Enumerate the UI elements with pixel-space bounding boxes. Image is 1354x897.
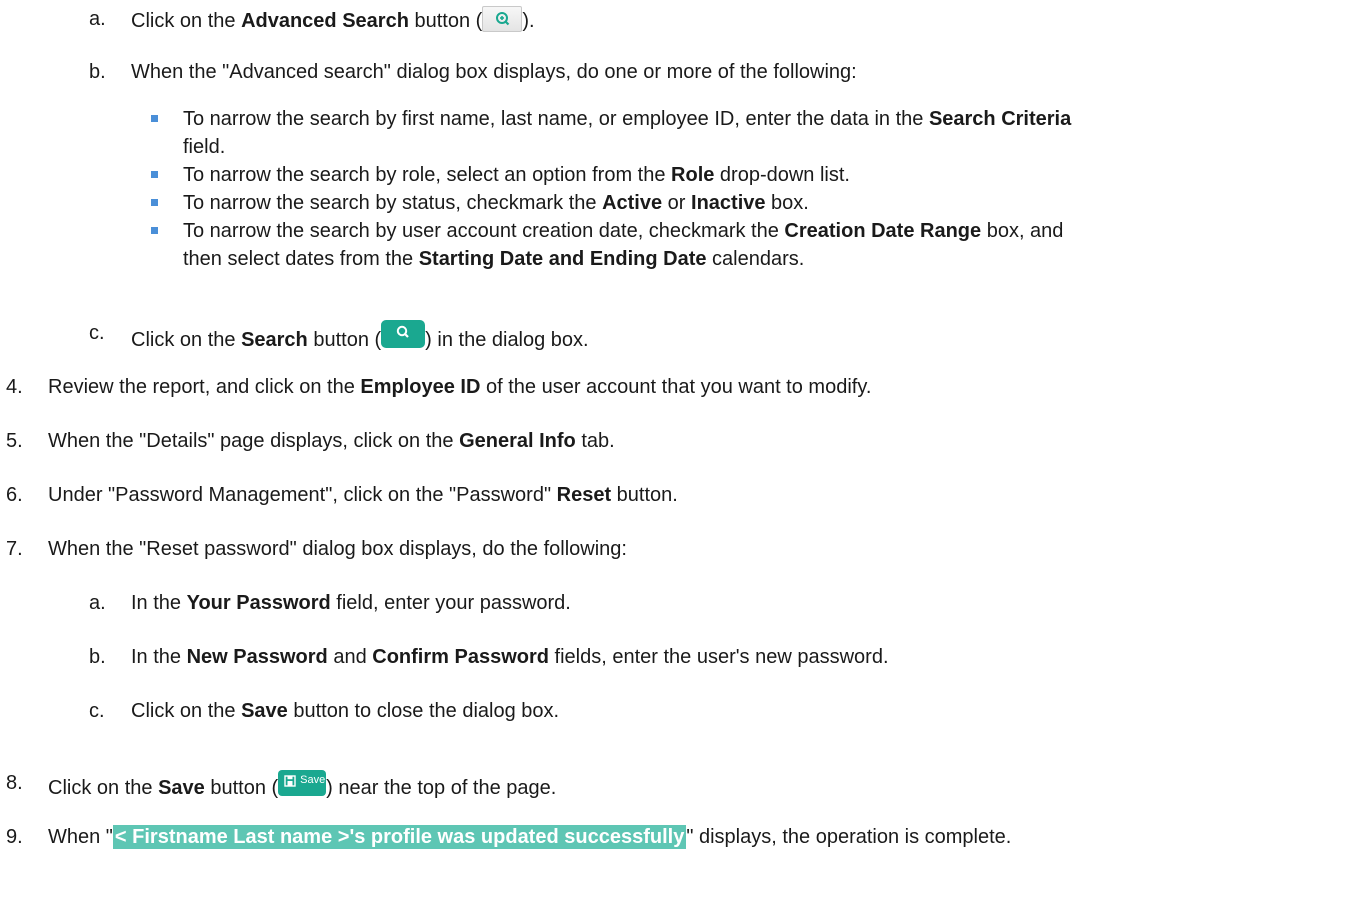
step-6-text: Under "Password Management", click on th…	[48, 484, 678, 506]
step-7c-marker: c.	[89, 700, 105, 722]
step-6-marker: 6.	[6, 484, 23, 506]
step-7b-marker: b.	[89, 646, 106, 668]
step-b-text: When the "Advanced search" dialog box di…	[131, 61, 857, 83]
step-9-marker: 9.	[6, 826, 23, 848]
step-b-marker: b.	[89, 61, 106, 83]
step-c-text: Click on the Search button () in the dia…	[131, 320, 589, 353]
search-icon	[396, 325, 409, 338]
step-8-text: Click on the Save button (Save) near the…	[48, 770, 556, 801]
step-7a-text: In the Your Password field, enter your p…	[131, 592, 571, 614]
save-button-label: Save	[300, 774, 326, 786]
step-7-marker: 7.	[6, 538, 23, 560]
advanced-search-button[interactable]	[482, 6, 523, 32]
success-message-highlight: < Firstname Last name >'s profile was up…	[112, 825, 687, 849]
bullet-marker	[151, 227, 158, 234]
advanced-search-label: Advanced Search	[241, 10, 409, 32]
search-label: Search	[241, 329, 308, 351]
step-4-text: Review the report, and click on the Empl…	[48, 376, 872, 398]
step-c-marker: c.	[89, 322, 105, 344]
step-7b-text: In the New Password and Confirm Password…	[131, 646, 889, 668]
bullet-search-criteria-cont: field.	[183, 136, 226, 158]
bullet-role: To narrow the search by role, select an …	[183, 164, 850, 186]
bullet-status: To narrow the search by status, checkmar…	[183, 192, 809, 214]
zoom-in-icon	[496, 12, 510, 26]
search-button[interactable]	[381, 320, 426, 348]
step-7c-text: Click on the Save button to close the di…	[131, 700, 560, 722]
bullet-marker	[151, 171, 158, 178]
step-7-text: When the "Reset password" dialog box dis…	[48, 538, 627, 560]
step-a-marker: a.	[89, 8, 106, 30]
step-a-text: Click on the Advanced Search button ().	[131, 6, 535, 34]
bullet-creation-date: To narrow the search by user account cre…	[183, 220, 1064, 242]
save-button[interactable]: Save	[278, 770, 327, 796]
step-4-marker: 4.	[6, 376, 23, 398]
step-7a-marker: a.	[89, 592, 106, 614]
step-8-marker: 8.	[6, 772, 23, 794]
step-9-text: When " < Firstname Last name >'s profile …	[48, 825, 1012, 849]
bullet-creation-date-cont: then select dates from the Starting Date…	[183, 248, 805, 270]
bullet-search-criteria: To narrow the search by first name, last…	[183, 108, 1072, 130]
step-5-marker: 5.	[6, 430, 23, 452]
step-5-text: When the "Details" page displays, click …	[48, 430, 615, 452]
bullet-marker	[151, 199, 158, 206]
bullet-marker	[151, 115, 158, 122]
